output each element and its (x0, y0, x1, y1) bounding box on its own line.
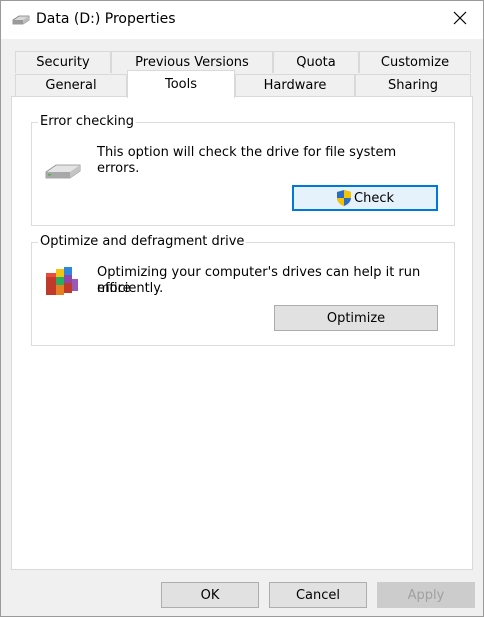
close-icon (453, 11, 467, 29)
apply-button: Apply (377, 582, 475, 608)
defrag-icon (43, 263, 81, 305)
optimize-title: Optimize and defragment drive (38, 234, 247, 249)
error-checking-description-line2: errors. (97, 161, 140, 176)
ok-button[interactable]: OK (161, 582, 259, 608)
check-button[interactable]: Check (292, 185, 438, 211)
optimize-description-line2: efficiently. (97, 281, 164, 296)
close-button[interactable] (437, 1, 483, 39)
tab-general[interactable]: General (15, 74, 127, 96)
error-checking-description-line1: This option will check the drive for fil… (97, 145, 397, 160)
optimize-button[interactable]: Optimize (274, 305, 438, 331)
cancel-button[interactable]: Cancel (269, 582, 367, 608)
uac-shield-icon (336, 189, 352, 207)
tab-sharing[interactable]: Sharing (355, 74, 471, 96)
tools-panel: Error checking This option will check th… (11, 96, 473, 570)
tab-hardware[interactable]: Hardware (235, 74, 355, 96)
error-checking-title: Error checking (38, 114, 136, 129)
tab-customize[interactable]: Customize (359, 51, 471, 73)
tab-security[interactable]: Security (15, 51, 111, 73)
tab-tools[interactable]: Tools (127, 70, 235, 98)
title-bar: Data (D:) Properties (1, 1, 483, 39)
window-title: Data (D:) Properties (36, 11, 176, 27)
drive-icon (44, 161, 82, 187)
properties-dialog: Data (D:) Properties Security Previous V… (0, 0, 484, 617)
drive-icon (11, 12, 31, 28)
error-checking-group: Error checking This option will check th… (31, 114, 455, 226)
tab-quota[interactable]: Quota (273, 51, 359, 73)
optimize-group: Optimize and defragment drive Optimizing… (31, 234, 455, 346)
